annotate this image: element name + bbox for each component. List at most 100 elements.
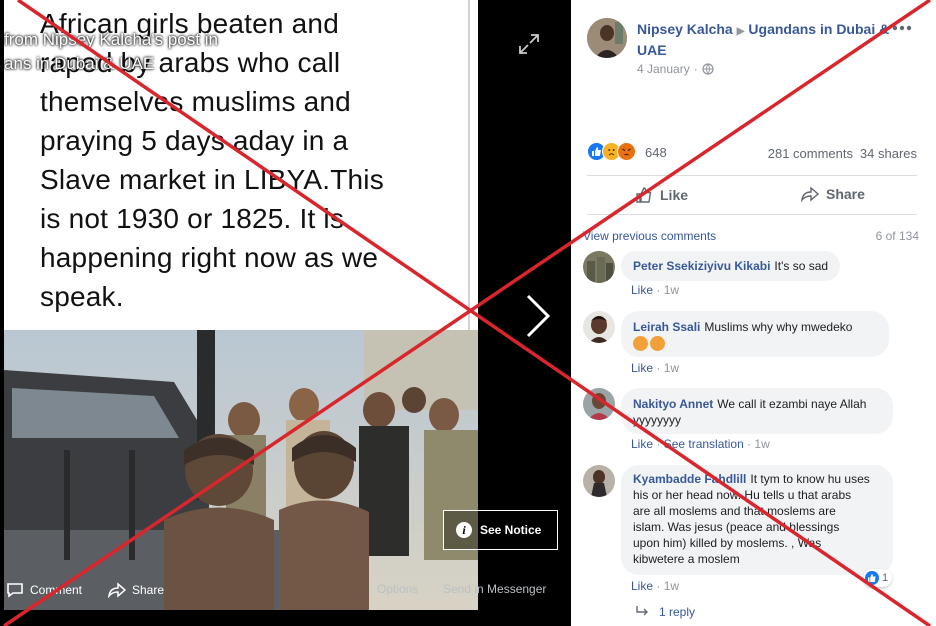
expand-icon[interactable] [518, 33, 540, 55]
commenter-avatar[interactable] [583, 311, 615, 343]
comment-item: Nakityo Annet We call it ezambi naye Alla… [583, 388, 903, 454]
commenter-avatar[interactable] [583, 251, 615, 283]
comment-text: Muslims why why mwedeko [704, 320, 853, 334]
reactions-summary: 648 281 comments 34 shares [587, 142, 917, 164]
commenter-avatar[interactable] [583, 388, 615, 420]
share-label: Share [132, 583, 165, 597]
comment-time[interactable]: 1w [754, 437, 769, 451]
reply-arrow-icon [636, 606, 648, 616]
caption-line: is not 1930 or 1825. It is [40, 203, 345, 234]
comment-bubble: Nakityo Annet We call it ezambi naye Alla… [621, 388, 893, 434]
comment-like-link[interactable]: Like [631, 361, 653, 375]
caret-right-icon: ▶ [736, 26, 745, 37]
comment-count-link[interactable]: 281 comments [768, 146, 853, 161]
comment-time[interactable]: 1w [664, 361, 679, 375]
reaction-count[interactable]: 648 [645, 145, 667, 160]
caption-line: praying 5 days aday in a [40, 125, 349, 156]
commenter-name-link[interactable]: Leirah Ssali [633, 320, 700, 334]
comment-text-line: islam. Was jesus (peace and blessings [633, 520, 840, 534]
commenter-avatar[interactable] [583, 465, 615, 497]
caption-line: happening right now as we [40, 242, 379, 273]
post-photo: African girls beaten and raped by arabs … [4, 0, 478, 610]
next-photo-arrow-icon[interactable] [522, 292, 554, 340]
comment-like-link[interactable]: Like [631, 283, 653, 297]
post-actions-bar: Like Share [587, 175, 917, 215]
angry-emoji-icon [650, 336, 665, 352]
comment-item: Kyambadde Fahdlill It tym to know hu uses… [583, 465, 903, 595]
info-icon: i [456, 522, 472, 538]
comment-bubble: Kyambadde Fahdlill It tym to know hu uses… [621, 465, 893, 575]
share-button[interactable]: Share [108, 582, 164, 598]
share-icon [108, 582, 126, 598]
photo-stage: African girls beaten and raped by arabs … [0, 0, 571, 626]
author-avatar[interactable] [587, 18, 627, 58]
group-name-link[interactable]: Ugandans in Dubai & [748, 21, 889, 37]
globe-icon [702, 63, 714, 75]
commenter-name-link[interactable]: Kyambadde Fahdlill [633, 472, 746, 486]
more-options-icon[interactable] [891, 20, 913, 36]
comment-item: Peter Ssekiziyivu Kikabi It's so sad Like… [583, 251, 903, 301]
comment-text-line: his or her head now. Hu tells u that ara… [633, 488, 852, 502]
comment-text-line: kibwetere a moslem [633, 552, 740, 566]
angry-reaction-icon [617, 142, 636, 161]
comment-text: It tym to know hu uses [750, 472, 870, 486]
comment-like-link[interactable]: Like [631, 579, 653, 593]
comment-time[interactable]: 1w [664, 579, 679, 593]
post-share-label: Share [826, 186, 865, 202]
caption-border [468, 0, 470, 330]
comment-button[interactable]: Comment [6, 582, 82, 598]
comment-reaction-badge[interactable]: 1 [863, 569, 893, 587]
comment-meta: Like · 1w [631, 361, 680, 375]
reply-count-label: 1 reply [659, 605, 696, 619]
group-name-link-cont[interactable]: UAE [637, 42, 667, 58]
comment-time[interactable]: 1w [664, 283, 679, 297]
comment-reaction-count: 1 [882, 572, 889, 584]
post-header: Nipsey Kalcha ▶ Ugandans in Dubai & UAE [637, 20, 907, 60]
post-meta: 4 January · [637, 62, 714, 76]
send-in-messenger-link[interactable]: Send in Messenger [443, 582, 546, 596]
viewer-footer: Comment Share Options Send in Messenger [0, 570, 571, 610]
reaction-icons[interactable] [587, 142, 636, 161]
crowd-photo [4, 330, 478, 610]
author-name-link[interactable]: Nipsey Kalcha [637, 21, 733, 37]
caption-line: speak. [40, 281, 124, 312]
comment-icon [7, 583, 23, 598]
post-date-link[interactable]: 4 January [637, 62, 690, 76]
photo-overlay-caption: from Nipsey Kalcha's post in ans in Duba… [4, 30, 218, 73]
caption-line: themselves muslims and [40, 86, 351, 117]
share-count-link[interactable]: 34 shares [860, 146, 917, 161]
meta-separator: · [693, 62, 698, 76]
comment-text-line: upon him) killed by moslems. , Was [633, 536, 822, 550]
comment-bubble: Peter Ssekiziyivu Kikabi It's so sad [621, 251, 841, 281]
share-arrow-icon [801, 186, 819, 202]
commenter-name-link[interactable]: Peter Ssekiziyivu Kikabi [633, 259, 770, 273]
comment-text-cont: yyyyyyyy [633, 413, 681, 427]
comment-label: Comment [30, 583, 83, 597]
like-label: Like [660, 187, 689, 203]
comment-bubble: Leirah Ssali Muslims why why mwedeko [621, 311, 889, 357]
comment-meta: Like · 1w [631, 283, 680, 297]
thumbs-up-icon [636, 187, 652, 203]
see-translation-link[interactable]: See translation [664, 437, 744, 451]
commenter-name-link[interactable]: Nakityo Annet [633, 397, 713, 411]
comment-text: We call it ezambi naye Allah [717, 397, 867, 411]
angry-emoji-icon [633, 336, 648, 352]
post-side-panel: Nipsey Kalcha ▶ Ugandans in Dubai & UAE 4 … [571, 0, 936, 626]
post-share-button[interactable]: Share [801, 186, 865, 202]
like-button[interactable]: Like [635, 186, 688, 204]
comment-like-link[interactable]: Like [631, 437, 653, 451]
see-notice-button[interactable]: i See Notice [443, 510, 558, 550]
view-previous-comments-link[interactable]: View previous comments [583, 229, 716, 243]
caption-line: Slave market in LIBYA.This [40, 164, 384, 195]
comment-page-count: 6 of 134 [875, 229, 919, 243]
like-badge-icon [865, 571, 879, 585]
comment-item: Leirah Ssali Muslims why why mwedeko Like… [583, 311, 903, 377]
comment-meta: Like · 1w [631, 579, 680, 593]
photo-viewer: African girls beaten and raped by arabs … [0, 0, 936, 626]
comment-text-line: are all moslems and that moslems are [633, 504, 836, 518]
options-link[interactable]: Options [377, 582, 418, 596]
comment-text: It's so sad [774, 259, 829, 273]
view-replies-link[interactable]: 1 reply [635, 605, 695, 619]
comment-meta: Like · See translation · 1w [631, 437, 770, 451]
see-notice-label: See Notice [480, 523, 542, 537]
